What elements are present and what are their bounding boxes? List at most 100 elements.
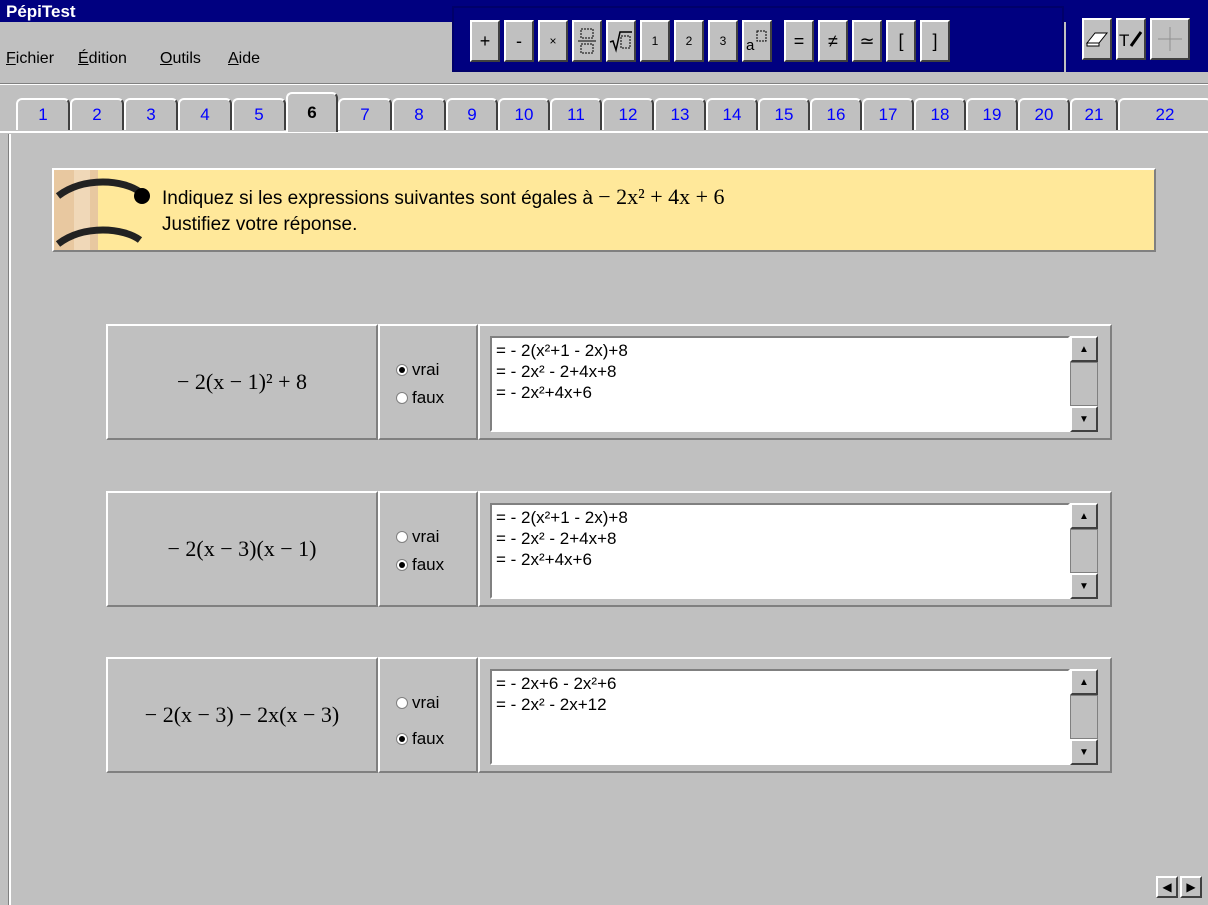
- tab-6[interactable]: 6: [286, 92, 338, 132]
- expression-text: − 2(x − 3) − 2x(x − 3): [144, 702, 340, 727]
- justification-textarea[interactable]: = - 2x+6 - 2x²+6 = - 2x² - 2x+12: [490, 669, 1070, 765]
- crosshair-button[interactable]: [1150, 18, 1190, 60]
- superscript-3-button[interactable]: 3: [708, 20, 738, 62]
- triangle-up-icon: ▲: [1079, 510, 1089, 522]
- radio-faux[interactable]: faux: [396, 388, 444, 408]
- tab-10[interactable]: 10: [498, 98, 550, 130]
- tab-17[interactable]: 17: [862, 98, 914, 130]
- radio-vrai[interactable]: vrai: [396, 527, 439, 547]
- tab-5[interactable]: 5: [232, 98, 286, 130]
- expression-cell: − 2(x − 1)² + 8: [106, 324, 378, 440]
- radio-faux[interactable]: faux: [396, 555, 444, 575]
- answer-line: = - 2(x²+1 - 2x)+8: [496, 508, 628, 527]
- text-pen-icon: T: [1119, 31, 1143, 50]
- superscript-1-button[interactable]: 1: [640, 20, 670, 62]
- radio-label: faux: [412, 388, 445, 407]
- right-bracket-button[interactable]: ]: [920, 20, 950, 62]
- tab-scroll-left-button[interactable]: ◀: [1156, 876, 1178, 898]
- justification-textarea[interactable]: = - 2(x²+1 - 2x)+8 = - 2x² - 2+4x+8 = - …: [490, 336, 1070, 432]
- app-title: PépiTest: [6, 2, 76, 21]
- not-equal-button[interactable]: ≠: [818, 20, 848, 62]
- tab-13[interactable]: 13: [654, 98, 706, 130]
- tab-4[interactable]: 4: [178, 98, 232, 130]
- scroll-track[interactable]: [1070, 362, 1098, 406]
- approx-button[interactable]: ≃: [852, 20, 882, 62]
- answer-line: = - 2x+6 - 2x²+6: [496, 674, 617, 693]
- radio-vrai[interactable]: vrai: [396, 693, 439, 713]
- times-button[interactable]: ×: [538, 20, 568, 62]
- notebook-rings-icon: [54, 170, 150, 250]
- scroll-up-button[interactable]: ▲: [1070, 336, 1098, 362]
- scroll-track[interactable]: [1070, 529, 1098, 573]
- eraser-button[interactable]: [1082, 18, 1112, 60]
- tab-8[interactable]: 8: [392, 98, 446, 130]
- answer-choice-cell: vrai faux: [378, 491, 478, 607]
- radio-circle[interactable]: [396, 392, 408, 404]
- instruction-banner: Indiquez si les expressions suivantes so…: [52, 168, 1156, 252]
- expression-cell: − 2(x − 3)(x − 1): [106, 491, 378, 607]
- expression-text: − 2(x − 3)(x − 1): [167, 536, 317, 561]
- tab-15[interactable]: 15: [758, 98, 810, 130]
- tab-18[interactable]: 18: [914, 98, 966, 130]
- plus-button[interactable]: +: [470, 20, 500, 62]
- answer-line: = - 2x² - 2x+12: [496, 695, 607, 714]
- power-button[interactable]: a: [742, 20, 772, 62]
- radio-faux[interactable]: faux: [396, 729, 444, 749]
- menu-edition[interactable]: Édition: [78, 50, 127, 68]
- tab-scroll-right-button[interactable]: ▶: [1180, 876, 1202, 898]
- vertical-scrollbar[interactable]: ▲ ▼: [1070, 669, 1098, 765]
- tab-12[interactable]: 12: [602, 98, 654, 130]
- radio-label: faux: [412, 555, 445, 574]
- scroll-down-button[interactable]: ▼: [1070, 406, 1098, 432]
- menu-outils[interactable]: Outils: [160, 50, 201, 68]
- sqrt-button[interactable]: [606, 20, 636, 62]
- vertical-scrollbar[interactable]: ▲ ▼: [1070, 503, 1098, 599]
- tab-21[interactable]: 21: [1070, 98, 1118, 130]
- tab-16[interactable]: 16: [810, 98, 862, 130]
- tab-2[interactable]: 2: [70, 98, 124, 130]
- tab-20[interactable]: 20: [1018, 98, 1070, 130]
- scroll-down-button[interactable]: ▼: [1070, 739, 1098, 765]
- tab-14[interactable]: 14: [706, 98, 758, 130]
- superscript-2-button[interactable]: 2: [674, 20, 704, 62]
- radio-label: vrai: [412, 693, 440, 712]
- tab-11[interactable]: 11: [550, 98, 602, 130]
- fraction-button[interactable]: [572, 20, 602, 62]
- tab-1[interactable]: 1: [16, 98, 70, 130]
- radio-label: faux: [412, 729, 445, 748]
- tab-3[interactable]: 3: [124, 98, 178, 130]
- justification-textarea[interactable]: = - 2(x²+1 - 2x)+8 = - 2x² - 2+4x+8 = - …: [490, 503, 1070, 599]
- answer-line: = - 2(x²+1 - 2x)+8: [496, 341, 628, 360]
- radio-circle[interactable]: [396, 697, 408, 709]
- justification-cell: = - 2x+6 - 2x²+6 = - 2x² - 2x+12 ▲ ▼: [478, 657, 1112, 773]
- justification-cell: = - 2(x²+1 - 2x)+8 = - 2x² - 2+4x+8 = - …: [478, 324, 1112, 440]
- radio-circle[interactable]: [396, 733, 408, 745]
- scroll-track[interactable]: [1070, 695, 1098, 739]
- vertical-scrollbar[interactable]: ▲ ▼: [1070, 336, 1098, 432]
- left-bracket-button[interactable]: [: [886, 20, 916, 62]
- sqrt-icon: [609, 31, 632, 53]
- tab-7[interactable]: 7: [338, 98, 392, 130]
- radio-vrai[interactable]: vrai: [396, 360, 439, 380]
- answer-choice-cell: vrai faux: [378, 324, 478, 440]
- radio-circle[interactable]: [396, 531, 408, 543]
- menu-fichier[interactable]: Fichier: [6, 50, 54, 68]
- triangle-down-icon: ▼: [1079, 413, 1089, 425]
- scroll-up-button[interactable]: ▲: [1070, 669, 1098, 695]
- tab-22[interactable]: 22: [1118, 98, 1208, 130]
- text-pen-button[interactable]: T: [1116, 18, 1146, 60]
- radio-circle[interactable]: [396, 364, 408, 376]
- radio-circle[interactable]: [396, 559, 408, 571]
- answer-line: = - 2x²+4x+6: [496, 550, 592, 569]
- scroll-down-button[interactable]: ▼: [1070, 573, 1098, 599]
- instruction-text: Indiquez si les expressions suivantes so…: [162, 184, 725, 238]
- tab-baseline: [0, 131, 1208, 133]
- tab-19[interactable]: 19: [966, 98, 1018, 130]
- minus-button[interactable]: -: [504, 20, 534, 62]
- menu-aide[interactable]: Aide: [228, 50, 260, 68]
- scroll-up-button[interactable]: ▲: [1070, 503, 1098, 529]
- tab-9[interactable]: 9: [446, 98, 498, 130]
- instruction-line-2: Justifiez votre réponse.: [162, 214, 358, 235]
- radio-label: vrai: [412, 527, 440, 546]
- equal-button[interactable]: =: [784, 20, 814, 62]
